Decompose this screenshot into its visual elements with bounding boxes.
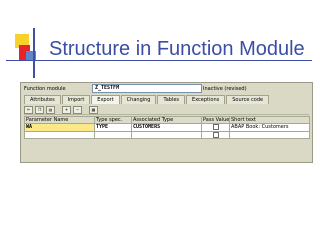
status-text: Inactive (revised) <box>203 86 247 92</box>
short-text-cell[interactable] <box>229 130 310 139</box>
tab-tables[interactable]: Tables <box>157 95 186 104</box>
column-header-parameter-name[interactable]: Parameter Name <box>24 116 95 124</box>
pass-value-cell <box>201 130 230 139</box>
function-module-field[interactable]: Z_TESTFM <box>92 84 202 93</box>
tab-attributes[interactable]: Attributes <box>24 95 61 104</box>
sap-function-builder: Function module Z_TESTFM Inactive (revis… <box>20 82 313 163</box>
column-header-type-spec[interactable]: Type spec. <box>94 116 132 124</box>
paste-icon[interactable]: ▤ <box>46 106 55 114</box>
type-spec-cell[interactable] <box>94 130 132 139</box>
parameter-table: Parameter Name Type spec. Associated Typ… <box>24 116 310 139</box>
tab-export[interactable]: Export <box>91 95 120 104</box>
copy-icon[interactable]: ❐ <box>35 106 44 114</box>
column-header-associated-type[interactable]: Associated Type <box>131 116 202 124</box>
parameter-name-cell[interactable]: WA <box>24 123 95 132</box>
cut-icon[interactable]: ✂ <box>24 106 33 114</box>
tab-import[interactable]: Import <box>61 95 91 104</box>
parameter-name-cell[interactable] <box>24 130 95 139</box>
slide-title: Structure in Function Module <box>49 38 305 60</box>
table-row: WA TYPE CUSTOMERS ABAP Book: Customers <box>24 123 310 132</box>
pass-value-checkbox[interactable] <box>212 131 219 138</box>
associated-type-cell[interactable]: CUSTOMERS <box>131 123 202 132</box>
tab-exceptions[interactable]: Exceptions <box>186 95 226 104</box>
function-module-label: Function module <box>24 86 66 92</box>
details-icon[interactable]: ▦ <box>89 106 98 114</box>
short-text-cell[interactable]: ABAP Book: Customers <box>229 123 310 132</box>
tab-changing[interactable]: Changing <box>120 95 157 104</box>
table-header-row: Parameter Name Type spec. Associated Typ… <box>24 116 310 124</box>
associated-type-cell[interactable] <box>131 130 202 139</box>
table-row <box>24 130 310 139</box>
type-spec-cell[interactable]: TYPE <box>94 123 132 132</box>
tab-strip: Attributes Import Export Changing Tables… <box>24 95 270 104</box>
insert-row-icon[interactable]: + <box>62 106 71 114</box>
column-header-short-text[interactable]: Short text <box>229 116 310 124</box>
table-toolbar: ✂ ❐ ▤ + − ▦ <box>24 106 309 115</box>
column-header-pass-value[interactable]: Pass Value <box>201 116 230 124</box>
pass-value-checkbox[interactable] <box>212 124 219 130</box>
decor-vertical-line <box>33 28 35 78</box>
delete-row-icon[interactable]: − <box>73 106 82 114</box>
tab-source-code[interactable]: Source code <box>226 95 270 104</box>
pass-value-cell <box>201 123 230 132</box>
